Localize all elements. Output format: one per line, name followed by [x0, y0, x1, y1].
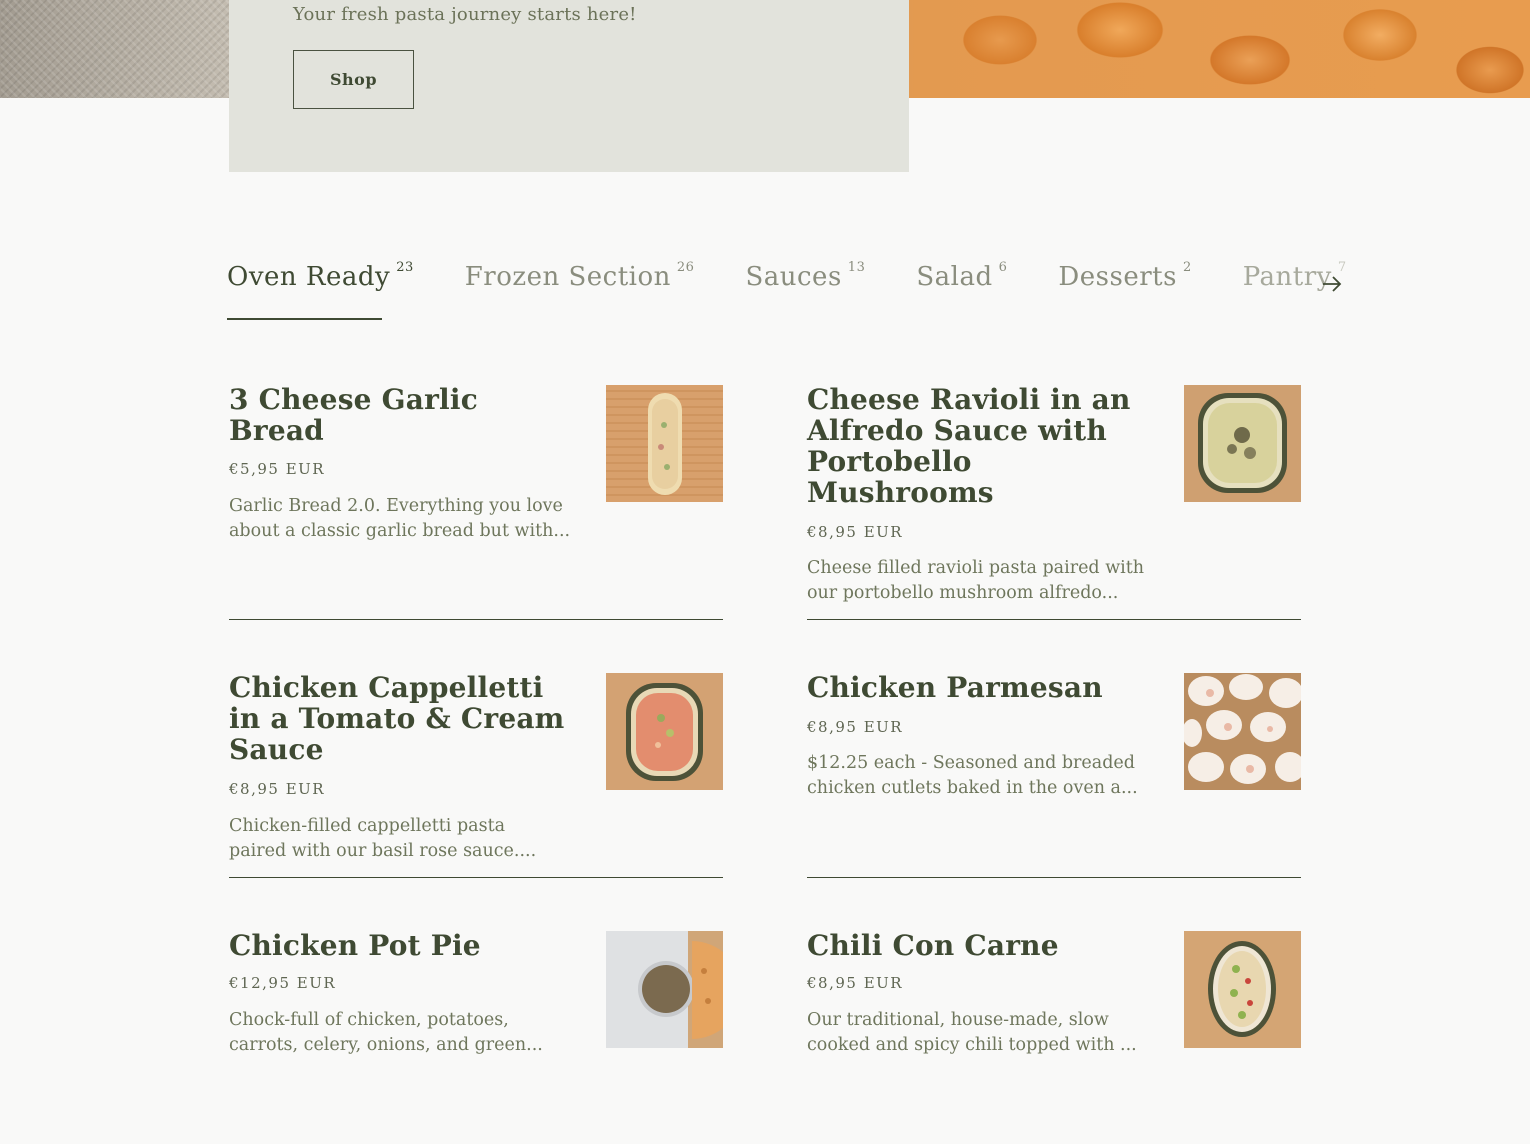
tab-count: 26 [676, 260, 695, 276]
category-tabs: Oven Ready 23 Frozen Section 26 Sauces 13 S… [227, 260, 1347, 322]
product-image[interactable] [606, 931, 723, 1048]
product-description: Chock-full of chicken, potatoes, carrots,… [229, 1010, 543, 1055]
hero-banner-mesh [0, 0, 230, 98]
product-name[interactable]: Cheese Ravioli in an Alfredo Sauce with … [807, 384, 1152, 508]
product-description: Our traditional, house-made, slow cooked … [807, 1010, 1137, 1055]
arrow-right-icon[interactable] [1320, 272, 1344, 296]
tab-label: Pantry [1242, 262, 1332, 292]
product-item[interactable]: Chili Con Carne €8,95 EUR Our traditiona… [807, 930, 1301, 1058]
divider [807, 877, 1301, 878]
tab-label: Frozen Section [464, 262, 671, 292]
product-description: Cheese filled ravioli pasta paired with o… [807, 558, 1145, 603]
tab-salad[interactable]: Salad 6 [916, 260, 1008, 292]
tab-oven-ready[interactable]: Oven Ready 23 [227, 260, 414, 320]
product-item[interactable]: Chicken Pot Pie €12,95 EUR Chock-full of… [229, 930, 723, 1058]
tab-label: Oven Ready [227, 262, 391, 292]
product-item[interactable]: Chicken Parmesan €8,95 EUR $12.25 each -… [807, 672, 1301, 801]
product-description: Chicken-filled cappelletti pasta paired w… [229, 816, 537, 861]
hero-subtitle: Your fresh pasta journey starts here! [293, 4, 637, 25]
product-price: €8,95 EUR [807, 523, 904, 541]
active-tab-underline [227, 318, 382, 320]
tab-frozen-section[interactable]: Frozen Section 26 [464, 260, 695, 292]
product-name[interactable]: Chicken Pot Pie [229, 930, 574, 961]
product-item[interactable]: 3 Cheese Garlic Bread €5,95 EUR Garlic B… [229, 384, 723, 544]
product-name[interactable]: Chicken Parmesan [807, 672, 1152, 703]
product-image[interactable] [606, 385, 723, 502]
tab-label: Sauces [745, 262, 842, 292]
divider [229, 877, 723, 878]
tab-label: Desserts [1058, 262, 1177, 292]
product-item[interactable]: Cheese Ravioli in an Alfredo Sauce with … [807, 384, 1301, 606]
tab-sauces[interactable]: Sauces 13 [745, 260, 866, 292]
divider [229, 619, 723, 620]
product-image[interactable] [606, 673, 723, 790]
divider [807, 619, 1301, 620]
product-description: Garlic Bread 2.0. Everything you love abo… [229, 496, 571, 541]
tab-desserts[interactable]: Desserts 2 [1058, 260, 1192, 292]
product-image[interactable] [1184, 931, 1301, 1048]
product-image[interactable] [1184, 673, 1301, 790]
product-name[interactable]: 3 Cheese Garlic Bread [229, 384, 574, 446]
tab-count: 6 [998, 260, 1008, 276]
tab-count: 13 [847, 260, 866, 276]
tab-count: 2 [1182, 260, 1192, 276]
product-item[interactable]: Chicken Cappelletti in a Tomato & Cream … [229, 672, 723, 864]
shop-button[interactable]: Shop [293, 50, 414, 109]
hero-card: Your fresh pasta journey starts here! Sh… [229, 0, 909, 172]
tab-label: Salad [916, 262, 993, 292]
product-name[interactable]: Chicken Cappelletti in a Tomato & Cream … [229, 672, 574, 765]
product-image[interactable] [1184, 385, 1301, 502]
tab-count: 23 [396, 260, 414, 276]
product-description: $12.25 each - Seasoned and breaded chicke… [807, 753, 1138, 798]
product-name[interactable]: Chili Con Carne [807, 930, 1152, 961]
